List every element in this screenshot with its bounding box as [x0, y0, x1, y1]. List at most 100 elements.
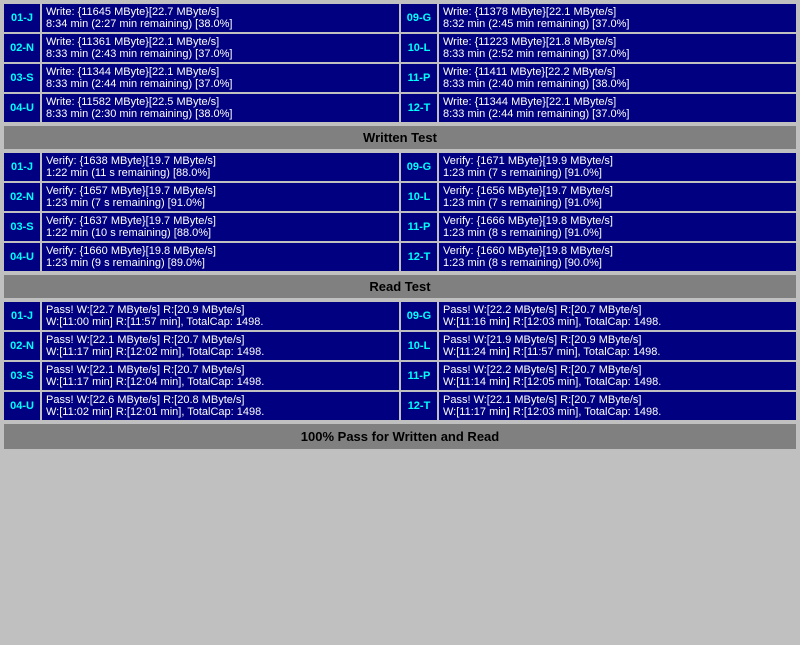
write-data-09g: Write: {11378 MByte}[22.1 MByte/s] 8:32 …: [439, 4, 796, 32]
pass-01j-line1: Pass! W:[22.7 MByte/s] R:[20.9 MByte/s]: [46, 304, 395, 316]
verify-12t-line1: Verify: {1660 MByte}[19.8 MByte/s]: [443, 245, 792, 257]
write-03s-line1: Write: {11344 MByte}[22.1 MByte/s]: [46, 66, 395, 78]
verify-12t-line2: 1:23 min (8 s remaining) [90.0%]: [443, 257, 792, 269]
verify-data-04u: Verify: {1660 MByte}[19.8 MByte/s] 1:23 …: [42, 243, 399, 271]
write-label-03s: 03-S: [4, 64, 40, 92]
verify-data-02n: Verify: {1657 MByte}[19.7 MByte/s] 1:23 …: [42, 183, 399, 211]
pass-label-04u: 04-U: [4, 392, 40, 420]
pass-01j-line2: W:[11:00 min] R:[11:57 min], TotalCap: 1…: [46, 316, 395, 328]
write-04u-line1: Write: {11582 MByte}[22.5 MByte/s]: [46, 96, 395, 108]
write-04u-line2: 8:33 min (2:30 min remaining) [38.0%]: [46, 108, 395, 120]
pass-10l-line2: W:[11:24 min] R:[11:57 min], TotalCap: 1…: [443, 346, 792, 358]
write-01j-line2: 8:34 min (2:27 min remaining) [38.0%]: [46, 18, 395, 30]
write-12t-line2: 8:33 min (2:44 min remaining) [37.0%]: [443, 108, 792, 120]
pass-02n-line2: W:[11:17 min] R:[12:02 min], TotalCap: 1…: [46, 346, 395, 358]
write-02n-line1: Write: {11361 MByte}[22.1 MByte/s]: [46, 36, 395, 48]
pass-09g-line2: W:[11:16 min] R:[12:03 min], TotalCap: 1…: [443, 316, 792, 328]
write-03s-line2: 8:33 min (2:44 min remaining) [37.0%]: [46, 78, 395, 90]
write-data-04u: Write: {11582 MByte}[22.5 MByte/s] 8:33 …: [42, 94, 399, 122]
verify-11p-line2: 1:23 min (8 s remaining) [91.0%]: [443, 227, 792, 239]
verify-02n-line2: 1:23 min (7 s remaining) [91.0%]: [46, 197, 395, 209]
pass-10l-line1: Pass! W:[21.9 MByte/s] R:[20.9 MByte/s]: [443, 334, 792, 346]
pass-02n-line1: Pass! W:[22.1 MByte/s] R:[20.7 MByte/s]: [46, 334, 395, 346]
pass-footer-banner: 100% Pass for Written and Read: [4, 424, 796, 449]
pass-label-01j: 01-J: [4, 302, 40, 330]
write-data-03s: Write: {11344 MByte}[22.1 MByte/s] 8:33 …: [42, 64, 399, 92]
write-09g-line2: 8:32 min (2:45 min remaining) [37.0%]: [443, 18, 792, 30]
pass-data-10l: Pass! W:[21.9 MByte/s] R:[20.9 MByte/s] …: [439, 332, 796, 360]
pass-label-02n: 02-N: [4, 332, 40, 360]
pass-data-11p: Pass! W:[22.2 MByte/s] R:[20.7 MByte/s] …: [439, 362, 796, 390]
pass-data-02n: Pass! W:[22.1 MByte/s] R:[20.7 MByte/s] …: [42, 332, 399, 360]
verify-10l-line2: 1:23 min (7 s remaining) [91.0%]: [443, 197, 792, 209]
write-01j-line1: Write: {11645 MByte}[22.7 MByte/s]: [46, 6, 395, 18]
pass-label-03s: 03-S: [4, 362, 40, 390]
pass-data-12t: Pass! W:[22.1 MByte/s] R:[20.7 MByte/s] …: [439, 392, 796, 420]
verify-row-4: 04-U Verify: {1660 MByte}[19.8 MByte/s] …: [4, 243, 796, 271]
verify-row-2: 02-N Verify: {1657 MByte}[19.7 MByte/s] …: [4, 183, 796, 211]
verify-10l-line1: Verify: {1656 MByte}[19.7 MByte/s]: [443, 185, 792, 197]
write-row-1: 01-J Write: {11645 MByte}[22.7 MByte/s] …: [4, 4, 796, 32]
pass-row-3: 03-S Pass! W:[22.1 MByte/s] R:[20.7 MByt…: [4, 362, 796, 390]
pass-row-2: 02-N Pass! W:[22.1 MByte/s] R:[20.7 MByt…: [4, 332, 796, 360]
write-label-12t: 12-T: [401, 94, 437, 122]
write-12t-line1: Write: {11344 MByte}[22.1 MByte/s]: [443, 96, 792, 108]
verify-row-3: 03-S Verify: {1637 MByte}[19.7 MByte/s] …: [4, 213, 796, 241]
verify-11p-line1: Verify: {1666 MByte}[19.8 MByte/s]: [443, 215, 792, 227]
verify-02n-line1: Verify: {1657 MByte}[19.7 MByte/s]: [46, 185, 395, 197]
pass-section: 01-J Pass! W:[22.7 MByte/s] R:[20.9 MByt…: [4, 302, 796, 420]
write-label-02n: 02-N: [4, 34, 40, 62]
write-data-11p: Write: {11411 MByte}[22.2 MByte/s] 8:33 …: [439, 64, 796, 92]
pass-04u-line1: Pass! W:[22.6 MByte/s] R:[20.8 MByte/s]: [46, 394, 395, 406]
pass-label-09g: 09-G: [401, 302, 437, 330]
write-row-4: 04-U Write: {11582 MByte}[22.5 MByte/s] …: [4, 94, 796, 122]
pass-03s-line2: W:[11:17 min] R:[12:04 min], TotalCap: 1…: [46, 376, 395, 388]
pass-data-01j: Pass! W:[22.7 MByte/s] R:[20.9 MByte/s] …: [42, 302, 399, 330]
verify-data-11p: Verify: {1666 MByte}[19.8 MByte/s] 1:23 …: [439, 213, 796, 241]
pass-03s-line1: Pass! W:[22.1 MByte/s] R:[20.7 MByte/s]: [46, 364, 395, 376]
pass-12t-line2: W:[11:17 min] R:[12:03 min], TotalCap: 1…: [443, 406, 792, 418]
pass-label-10l: 10-L: [401, 332, 437, 360]
verify-03s-line1: Verify: {1637 MByte}[19.7 MByte/s]: [46, 215, 395, 227]
verify-label-02n: 02-N: [4, 183, 40, 211]
verify-01j-line2: 1:22 min (11 s remaining) [88.0%]: [46, 167, 395, 179]
written-test-header: Written Test: [4, 126, 796, 149]
pass-label-12t: 12-T: [401, 392, 437, 420]
pass-12t-line1: Pass! W:[22.1 MByte/s] R:[20.7 MByte/s]: [443, 394, 792, 406]
verify-01j-line1: Verify: {1638 MByte}[19.7 MByte/s]: [46, 155, 395, 167]
pass-row-1: 01-J Pass! W:[22.7 MByte/s] R:[20.9 MByt…: [4, 302, 796, 330]
pass-09g-line1: Pass! W:[22.2 MByte/s] R:[20.7 MByte/s]: [443, 304, 792, 316]
verify-data-10l: Verify: {1656 MByte}[19.7 MByte/s] 1:23 …: [439, 183, 796, 211]
write-10l-line1: Write: {11223 MByte}[21.8 MByte/s]: [443, 36, 792, 48]
pass-row-4: 04-U Pass! W:[22.6 MByte/s] R:[20.8 MByt…: [4, 392, 796, 420]
write-11p-line1: Write: {11411 MByte}[22.2 MByte/s]: [443, 66, 792, 78]
verify-label-04u: 04-U: [4, 243, 40, 271]
verify-data-03s: Verify: {1637 MByte}[19.7 MByte/s] 1:22 …: [42, 213, 399, 241]
write-label-10l: 10-L: [401, 34, 437, 62]
write-section: 01-J Write: {11645 MByte}[22.7 MByte/s] …: [4, 4, 796, 122]
write-09g-line1: Write: {11378 MByte}[22.1 MByte/s]: [443, 6, 792, 18]
write-label-11p: 11-P: [401, 64, 437, 92]
write-label-04u: 04-U: [4, 94, 40, 122]
write-row-2: 02-N Write: {11361 MByte}[22.1 MByte/s] …: [4, 34, 796, 62]
verify-label-10l: 10-L: [401, 183, 437, 211]
read-test-header: Read Test: [4, 275, 796, 298]
write-label-09g: 09-G: [401, 4, 437, 32]
write-data-10l: Write: {11223 MByte}[21.8 MByte/s] 8:33 …: [439, 34, 796, 62]
write-10l-line2: 8:33 min (2:52 min remaining) [37.0%]: [443, 48, 792, 60]
verify-data-12t: Verify: {1660 MByte}[19.8 MByte/s] 1:23 …: [439, 243, 796, 271]
pass-04u-line2: W:[11:02 min] R:[12:01 min], TotalCap: 1…: [46, 406, 395, 418]
verify-label-12t: 12-T: [401, 243, 437, 271]
verify-label-01j: 01-J: [4, 153, 40, 181]
pass-data-04u: Pass! W:[22.6 MByte/s] R:[20.8 MByte/s] …: [42, 392, 399, 420]
verify-label-09g: 09-G: [401, 153, 437, 181]
verify-data-01j: Verify: {1638 MByte}[19.7 MByte/s] 1:22 …: [42, 153, 399, 181]
verify-04u-line2: 1:23 min (9 s remaining) [89.0%]: [46, 257, 395, 269]
write-label-01j: 01-J: [4, 4, 40, 32]
verify-section: 01-J Verify: {1638 MByte}[19.7 MByte/s] …: [4, 153, 796, 271]
verify-04u-line1: Verify: {1660 MByte}[19.8 MByte/s]: [46, 245, 395, 257]
pass-label-11p: 11-P: [401, 362, 437, 390]
verify-label-11p: 11-P: [401, 213, 437, 241]
write-row-3: 03-S Write: {11344 MByte}[22.1 MByte/s] …: [4, 64, 796, 92]
verify-row-1: 01-J Verify: {1638 MByte}[19.7 MByte/s] …: [4, 153, 796, 181]
